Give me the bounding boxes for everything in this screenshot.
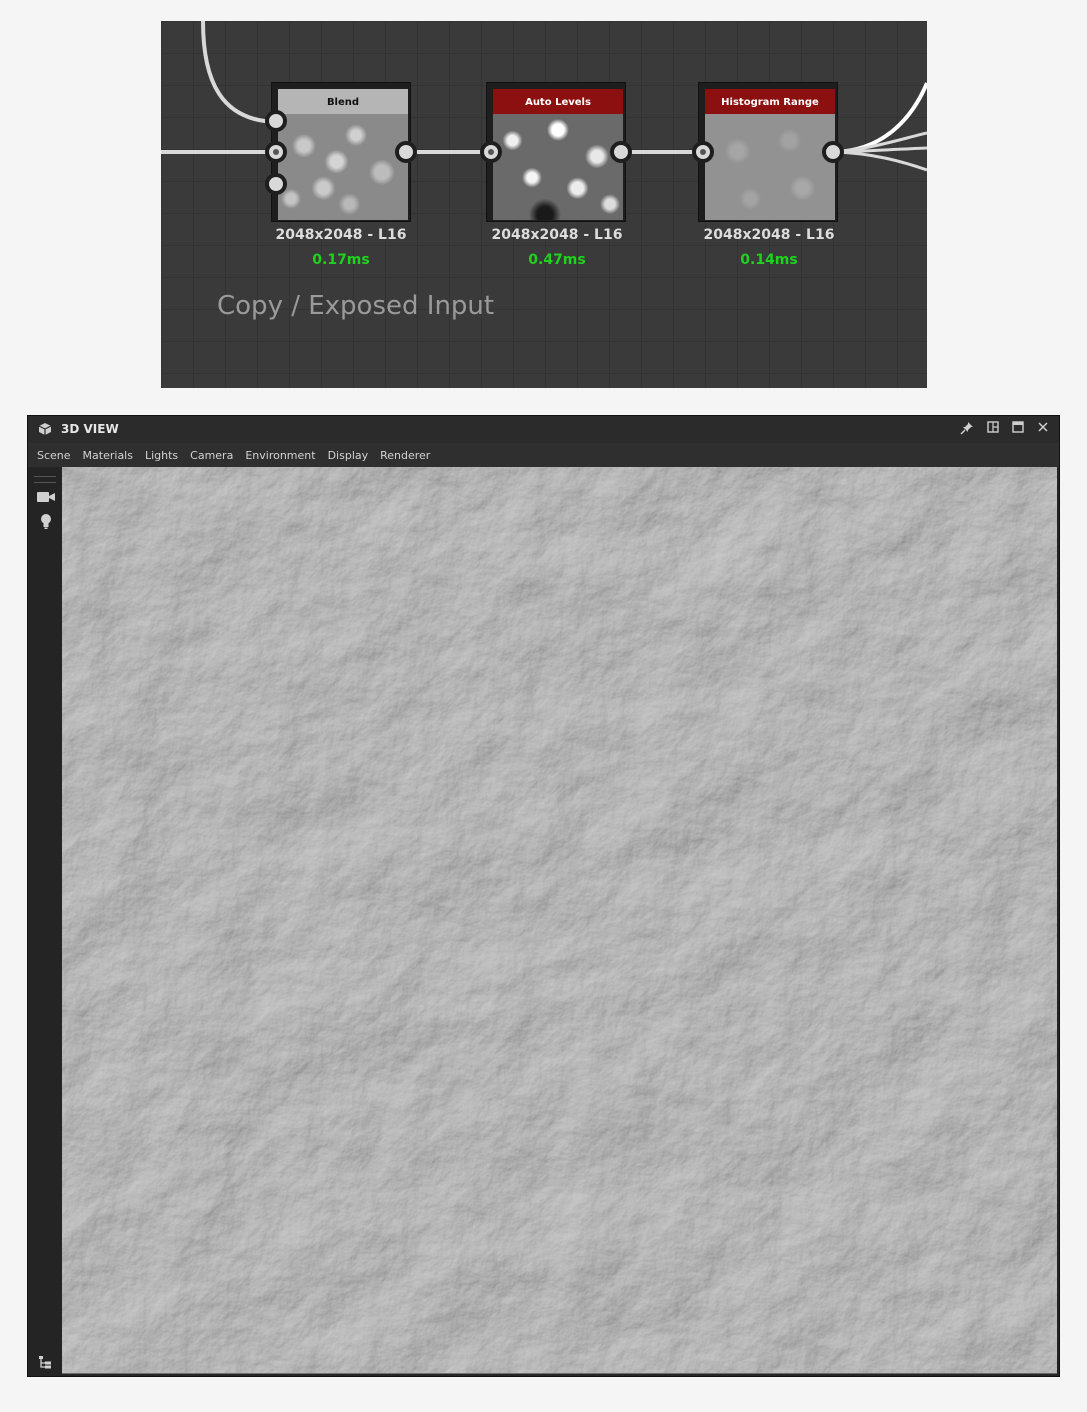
menu-environment[interactable]: Environment	[245, 443, 315, 469]
lightbulb-icon[interactable]	[36, 512, 56, 530]
close-icon[interactable]	[1035, 421, 1051, 437]
input-port[interactable]	[265, 141, 287, 163]
menu-display[interactable]: Display	[328, 443, 369, 469]
output-port[interactable]	[822, 141, 844, 163]
node-title: Auto Levels	[493, 89, 623, 114]
node-title: Blend	[278, 89, 408, 114]
panel-menubar: Scene Materials Lights Camera Environment Dis…	[28, 443, 1059, 467]
blend-node[interactable]: Blend	[271, 82, 411, 222]
panel-titlebar: 3D VIEW	[28, 416, 1059, 443]
input-port[interactable]	[480, 141, 502, 163]
3d-viewport[interactable]	[62, 467, 1057, 1374]
node-timing: 0.17ms	[312, 252, 370, 268]
pin-icon[interactable]	[959, 421, 975, 437]
rock-surface-render	[62, 467, 1057, 1373]
node-resolution: 2048x2048 - L16	[703, 227, 835, 243]
camera-icon[interactable]	[36, 489, 56, 507]
node-timing: 0.47ms	[528, 252, 586, 268]
menu-renderer[interactable]: Renderer	[380, 443, 430, 469]
node-resolution: 2048x2048 - L16	[491, 227, 623, 243]
node-timing: 0.14ms	[740, 252, 798, 268]
menu-materials[interactable]: Materials	[83, 443, 133, 469]
menu-scene[interactable]: Scene	[37, 443, 71, 469]
node-graph[interactable]: Blend 2048x2048 - L16 0.17ms Auto Levels…	[161, 21, 927, 388]
input-port[interactable]	[265, 173, 287, 195]
panel-title: 3D VIEW	[61, 422, 119, 436]
auto-levels-node[interactable]: Auto Levels	[486, 82, 626, 222]
toolbar-grip[interactable]	[34, 476, 56, 483]
menu-camera[interactable]: Camera	[190, 443, 233, 469]
panel-toolbar	[28, 467, 61, 1376]
output-port[interactable]	[395, 141, 417, 163]
input-port[interactable]	[265, 110, 287, 132]
hierarchy-icon[interactable]	[36, 1354, 56, 1372]
layout-icon[interactable]	[985, 421, 1001, 437]
node-thumbnail	[705, 114, 835, 220]
menu-lights[interactable]: Lights	[145, 443, 178, 469]
node-thumbnail	[493, 114, 623, 220]
node-thumbnail	[278, 114, 408, 220]
output-port[interactable]	[610, 141, 632, 163]
node-resolution: 2048x2048 - L16	[275, 227, 407, 243]
3d-view-panel: 3D VIEW Scene Materials Lights Camera Enviro…	[27, 415, 1060, 1377]
frame-comment-label: Copy / Exposed Input	[217, 291, 495, 321]
input-port[interactable]	[692, 141, 714, 163]
node-title: Histogram Range	[705, 89, 835, 114]
cube-icon	[38, 423, 52, 435]
maximize-icon[interactable]	[1010, 421, 1026, 437]
histogram-range-node[interactable]: Histogram Range	[698, 82, 838, 222]
